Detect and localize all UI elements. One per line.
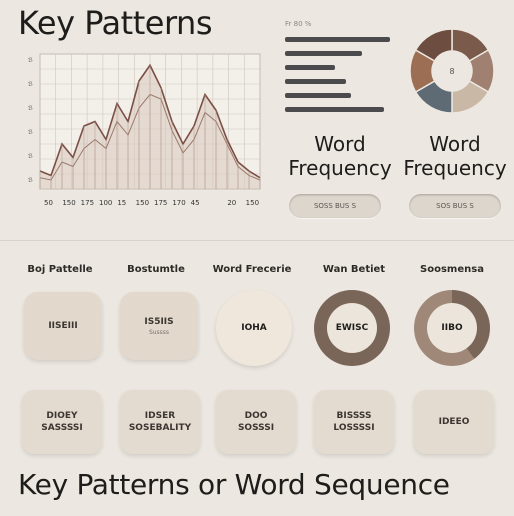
pill-button-right[interactable]: SOS BUS S	[409, 194, 501, 218]
x-tick-label: 150	[62, 199, 75, 207]
donut-svg: 8	[409, 28, 495, 114]
y-tick-label: ℬ	[28, 177, 33, 184]
line-text: DOO	[244, 411, 268, 421]
x-tick-label: 45	[191, 199, 200, 207]
sequence-tile-2[interactable]: IDSER SOSEBALITY	[120, 390, 200, 454]
donut-chart: 8	[407, 26, 497, 116]
y-tick-label: ℬ	[28, 81, 33, 88]
line-text: DIOEY	[46, 411, 78, 421]
line-text: BISSSS	[336, 411, 372, 421]
line-text: SOSEBALITY	[128, 423, 192, 433]
column-label-5: Soosmensa	[420, 264, 484, 275]
chart-svg: ℬ ℬ ℬ ℬ ℬ ℬ 50 150 175 100 15 150 175 170 45 20 150	[28, 53, 261, 207]
legend-caption: Fr 80 %	[285, 20, 312, 28]
section-divider	[0, 240, 514, 241]
tile-label: IOHA	[241, 323, 267, 333]
page-title: Key Patterns	[18, 4, 212, 42]
legend-bar-2	[285, 65, 335, 70]
x-tick-label: 175	[81, 199, 94, 207]
line-text: Frequency	[403, 156, 507, 180]
line-text: IDSER	[144, 411, 176, 421]
tile-sublabel: Sussss	[148, 328, 170, 336]
line-text: Frequency	[288, 156, 392, 180]
x-tick-label: 50	[44, 199, 53, 207]
pill-button-left[interactable]: SOSS BUS S	[289, 194, 381, 218]
word-frequency-label-right: Word Frequency	[400, 132, 510, 180]
y-tick-label: ℬ	[28, 129, 33, 136]
pattern-tile-3[interactable]: IOHA	[216, 290, 292, 366]
pattern-ring-5[interactable]: IIBO	[414, 290, 490, 366]
word-frequency-label-left: Word Frequency	[285, 132, 395, 180]
legend-bar-4	[285, 93, 351, 98]
y-tick-label: ℬ	[28, 57, 33, 64]
line-text: Word	[429, 132, 481, 156]
summary-panel: Fr 80 % 8 Word Frequency Word Frequency SO…	[285, 14, 507, 224]
column-label-4: Wan Betiet	[322, 264, 386, 275]
x-tick-label: 15	[117, 199, 126, 207]
frequency-line-chart: ℬ ℬ ℬ ℬ ℬ ℬ 50 150 175 100 15 150 175 170 45 20 150	[20, 44, 270, 219]
pattern-ring-4[interactable]: EWISC	[314, 290, 390, 366]
column-label-1: Boj Pattelle	[27, 264, 93, 275]
legend-bars: Fr 80 %	[285, 20, 395, 121]
x-tick-label: 175	[154, 199, 167, 207]
line-text: SASSSSI	[41, 423, 83, 433]
legend-bar-0	[285, 37, 390, 42]
pattern-tile-1[interactable]: IISEIII	[24, 292, 102, 360]
sequence-tile-5[interactable]: IDEEO	[414, 390, 494, 454]
x-tick-label: 150	[246, 199, 259, 207]
sequence-tile-3[interactable]: DOO SOSSSI	[216, 390, 296, 454]
line-text: SOSSSI	[237, 423, 275, 433]
y-tick-label: ℬ	[28, 153, 33, 160]
column-label-2: Bostumtle	[127, 264, 185, 275]
x-tick-label: 100	[99, 199, 112, 207]
line-text: Word	[314, 132, 366, 156]
tile-label: IIBO	[441, 323, 463, 333]
line-text: IDEEO	[438, 417, 470, 427]
line-text: LOSSSSI	[333, 423, 375, 433]
tile-label: EWISC	[335, 323, 369, 333]
x-tick-label: 170	[172, 199, 185, 207]
legend-bar-1	[285, 51, 362, 56]
footer-title: Key Patterns or Word Sequence	[18, 468, 450, 501]
pattern-tile-2[interactable]: IS5IIS Sussss	[120, 292, 198, 360]
donut-center-label: 8	[449, 67, 454, 76]
column-label-3: Word Frecerie	[212, 264, 292, 275]
y-tick-label: ℬ	[28, 105, 33, 112]
sequence-tile-1[interactable]: DIOEY SASSSSI	[22, 390, 102, 454]
legend-bar-5	[285, 107, 384, 112]
tile-label: IISEIII	[48, 321, 78, 331]
x-tick-label: 150	[136, 199, 149, 207]
sequence-tile-4[interactable]: BISSSS LOSSSSI	[314, 390, 394, 454]
legend-bar-3	[285, 79, 346, 84]
x-tick-label: 20	[227, 199, 236, 207]
tile-label: IS5IIS	[144, 316, 174, 327]
